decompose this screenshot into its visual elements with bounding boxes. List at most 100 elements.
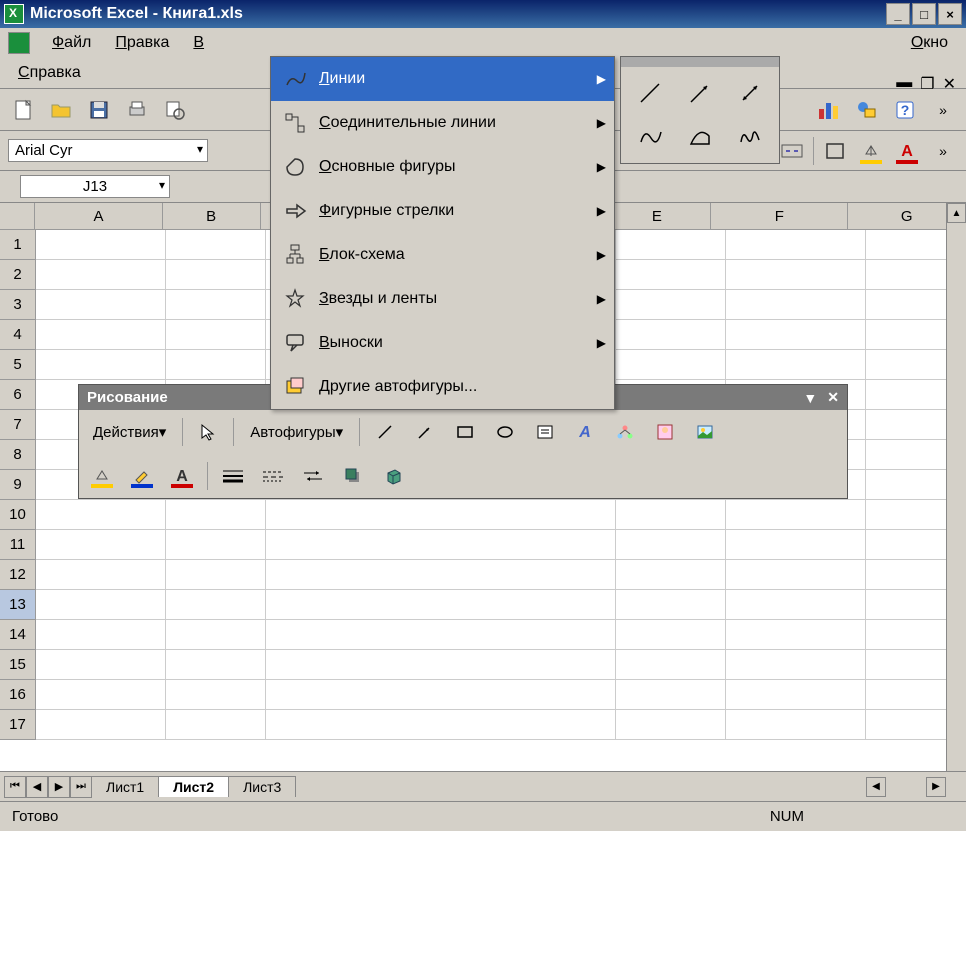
row-header-12[interactable]: 12 (0, 560, 36, 590)
cell[interactable] (166, 260, 266, 290)
cell[interactable] (616, 260, 726, 290)
select-all-corner[interactable] (0, 203, 35, 229)
scroll-up[interactable]: ▲ (947, 203, 966, 223)
cell[interactable] (166, 530, 266, 560)
col-header-E[interactable]: E (604, 203, 712, 229)
cell[interactable] (36, 500, 166, 530)
drawing-actions-menu[interactable]: Действия ▾ (87, 421, 172, 443)
row-header-10[interactable]: 10 (0, 500, 36, 530)
cell[interactable] (36, 230, 166, 260)
cell[interactable] (726, 230, 866, 260)
borders-icon[interactable] (820, 136, 850, 166)
cell[interactable] (36, 350, 166, 380)
cell[interactable] (616, 620, 726, 650)
menu-help[interactable]: Справка (8, 62, 91, 84)
menu-item-basic-shapes[interactable]: Основные фигуры▶ (271, 145, 614, 189)
cell[interactable] (726, 260, 866, 290)
cell[interactable] (726, 650, 866, 680)
cell[interactable] (166, 590, 266, 620)
double-arrow-tool[interactable] (727, 73, 773, 113)
row-header-13[interactable]: 13 (0, 590, 36, 620)
menu-file[interactable]: Файл (42, 32, 101, 54)
cell[interactable] (166, 650, 266, 680)
cell[interactable] (616, 560, 726, 590)
print-icon[interactable] (122, 95, 152, 125)
sheet-tab-1[interactable]: Лист1 (91, 776, 159, 797)
cell[interactable] (36, 530, 166, 560)
row-header-11[interactable]: 11 (0, 530, 36, 560)
cell[interactable] (166, 320, 266, 350)
row-header-6[interactable]: 6 (0, 380, 36, 410)
menu-view-partial[interactable]: В (183, 32, 214, 54)
cell[interactable] (36, 680, 166, 710)
cell[interactable] (166, 560, 266, 590)
drawing-toolbar-toggle-icon[interactable] (852, 95, 882, 125)
merge-cells-icon[interactable] (777, 136, 807, 166)
fill-color-icon[interactable] (856, 136, 886, 166)
font-color-tool-icon[interactable]: A (167, 462, 197, 490)
drawing-toolbar-close[interactable]: ✕ (827, 389, 839, 406)
horizontal-scrollbar[interactable]: ◀ ▶ (296, 777, 966, 797)
tab-nav-next[interactable]: ▶ (48, 776, 70, 798)
cell[interactable] (166, 500, 266, 530)
cell[interactable] (36, 650, 166, 680)
line-tool[interactable] (627, 73, 673, 113)
row-header-4[interactable]: 4 (0, 320, 36, 350)
font-name-dropdown[interactable]: Arial Cyr (8, 139, 208, 162)
cell[interactable] (616, 680, 726, 710)
cell[interactable] (616, 710, 726, 740)
insert-picture-icon[interactable] (690, 418, 720, 446)
cell[interactable] (266, 500, 616, 530)
cell[interactable] (36, 290, 166, 320)
shadow-style-icon[interactable] (338, 462, 368, 490)
open-file-icon[interactable] (46, 95, 76, 125)
col-header-B[interactable]: B (163, 203, 261, 229)
line-style-icon[interactable] (218, 462, 248, 490)
menu-item-stars[interactable]: Звезды и ленты▶ (271, 277, 614, 321)
fill-color-tool-icon[interactable] (87, 462, 117, 490)
cell[interactable] (726, 290, 866, 320)
row-header-5[interactable]: 5 (0, 350, 36, 380)
tab-nav-first[interactable]: ⏮ (4, 776, 26, 798)
col-header-F[interactable]: F (711, 203, 848, 229)
row-header-3[interactable]: 3 (0, 290, 36, 320)
row-header-17[interactable]: 17 (0, 710, 36, 740)
tab-nav-last[interactable]: ⏭ (70, 776, 92, 798)
cell[interactable] (616, 320, 726, 350)
cell[interactable] (266, 560, 616, 590)
cell[interactable] (726, 320, 866, 350)
tab-nav-prev[interactable]: ◀ (26, 776, 48, 798)
row-header-14[interactable]: 14 (0, 620, 36, 650)
cell[interactable] (36, 560, 166, 590)
new-file-icon[interactable] (8, 95, 38, 125)
cell[interactable] (166, 290, 266, 320)
menu-item-block-arrows[interactable]: Фигурные стрелки▶ (271, 189, 614, 233)
help-icon[interactable]: ? (890, 95, 920, 125)
cell[interactable] (616, 230, 726, 260)
font-color-icon[interactable]: A (892, 136, 922, 166)
diagram-icon[interactable] (610, 418, 640, 446)
menu-item-callouts[interactable]: Выноски▶ (271, 321, 614, 365)
scribble-tool[interactable] (727, 117, 773, 157)
cell[interactable] (166, 230, 266, 260)
cell[interactable] (266, 710, 616, 740)
cell[interactable] (616, 650, 726, 680)
cell[interactable] (726, 620, 866, 650)
cell[interactable] (616, 290, 726, 320)
chart-wizard-icon[interactable] (814, 95, 844, 125)
sheet-tab-3[interactable]: Лист3 (228, 776, 296, 797)
cell[interactable] (266, 650, 616, 680)
rectangle-icon[interactable] (450, 418, 480, 446)
menu-item-more-shapes[interactable]: Другие автофигуры... (271, 365, 614, 409)
menu-item-flowchart[interactable]: Блок-схема▶ (271, 233, 614, 277)
name-box[interactable]: J13 (20, 175, 170, 198)
row-header-2[interactable]: 2 (0, 260, 36, 290)
arrow-style-icon[interactable] (298, 462, 328, 490)
fmt-toolbar-overflow[interactable]: » (928, 136, 958, 166)
dash-style-icon[interactable] (258, 462, 288, 490)
cell[interactable] (266, 620, 616, 650)
cell[interactable] (726, 590, 866, 620)
wordart-icon[interactable]: A (570, 418, 600, 446)
curve-tool[interactable] (627, 117, 673, 157)
select-objects-icon[interactable] (193, 418, 223, 446)
